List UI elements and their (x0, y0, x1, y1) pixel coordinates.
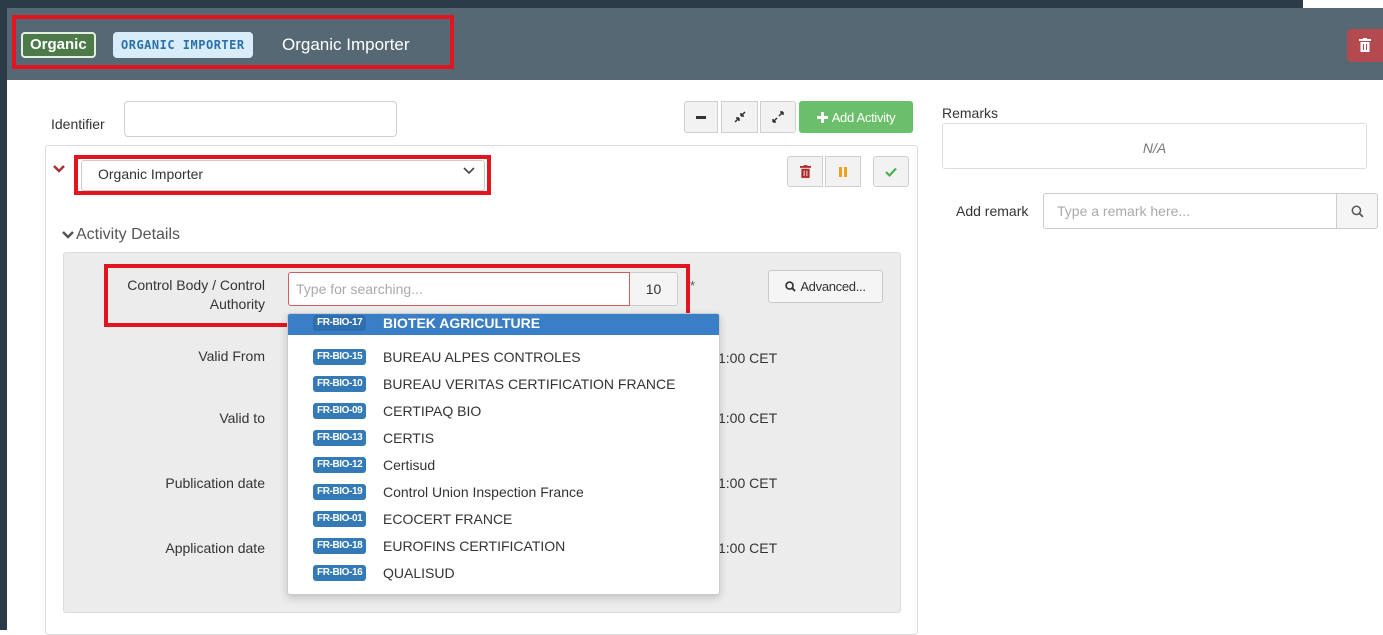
dropdown-item-code: FR-BIO-09 (313, 403, 367, 419)
dropdown-item[interactable]: FR-BIO-09 CERTIPAQ BIO (288, 399, 719, 423)
dropdown-item[interactable]: FR-BIO-18 EUROFINS CERTIFICATION (288, 534, 719, 558)
dropdown-item[interactable]: FR-BIO-01 ECOCERT FRANCE (288, 507, 719, 531)
expand-button[interactable] (760, 101, 796, 133)
remarks-value: N/A (1142, 140, 1167, 156)
highlight-select (74, 155, 491, 195)
dropdown-item[interactable]: FR-BIO-10 BUREAU VERITAS CERTIFICATION FR… (288, 372, 719, 396)
publication-date-tz: 1:00 CET (718, 475, 778, 491)
trash-icon (1359, 38, 1371, 52)
valid-from-tz: 1:00 CET (718, 350, 778, 366)
delete-activity-button[interactable] (787, 156, 823, 187)
top-strip (0, 0, 1383, 8)
add-activity-button[interactable]: Add Activity (799, 101, 913, 133)
left-border (0, 0, 7, 630)
application-date-label: Application date (165, 540, 265, 556)
dropdown-item-name: BUREAU ALPES CONTROLES (383, 349, 581, 365)
required-mark: * (690, 278, 696, 293)
pause-activity-button[interactable] (825, 156, 861, 187)
compress-button[interactable] (721, 101, 758, 133)
confirm-activity-button[interactable] (873, 156, 909, 187)
top-strip-gap (1303, 0, 1383, 8)
dropdown-item-name: BUREAU VERITAS CERTIFICATION FRANCE (383, 376, 676, 392)
dropdown-item-code: FR-BIO-01 (313, 511, 367, 527)
dropdown-item-code: FR-BIO-18 (313, 538, 367, 554)
header-delete-button[interactable] (1347, 29, 1383, 62)
dropdown-item[interactable]: FR-BIO-13 CERTIS (288, 426, 719, 450)
search-icon (785, 281, 797, 292)
dropdown-item-name: CERTIS (383, 430, 435, 446)
check-icon (885, 167, 897, 177)
activity-details-toggle[interactable]: Activity Details (62, 226, 180, 244)
add-activity-label: Add Activity (831, 109, 896, 125)
dropdown-item-name: BIOTEK AGRICULTURE (383, 315, 541, 331)
identifier-input[interactable] (124, 101, 397, 137)
dropdown-item-code: FR-BIO-19 (313, 484, 367, 500)
activity-details-label: Activity Details (76, 226, 181, 243)
dropdown-item-code: FR-BIO-16 (313, 565, 367, 581)
expand-icon (772, 111, 784, 123)
dropdown-item-name: ECOCERT FRANCE (383, 511, 513, 527)
search-icon (1351, 205, 1364, 218)
valid-to-tz: 1:00 CET (718, 410, 778, 426)
chevron-down-icon (62, 230, 74, 240)
dropdown-item[interactable]: FR-BIO-16 QUALISUD (288, 561, 719, 585)
collapse-button[interactable] (684, 101, 718, 133)
dropdown-item-name: CERTIPAQ BIO (383, 403, 482, 419)
minus-icon (696, 115, 706, 119)
dropdown-item[interactable]: FR-BIO-15 BUREAU ALPES CONTROLES (288, 345, 719, 369)
remarks-label: Remarks (942, 105, 999, 121)
dropdown-item-name: EUROFINS CERTIFICATION (383, 538, 566, 554)
dropdown-item[interactable]: FR-BIO-17 BIOTEK AGRICULTURE (288, 314, 719, 335)
dropdown-item-name: Certisud (383, 457, 436, 473)
add-remark-placeholder: Type a remark here... (1057, 203, 1191, 219)
publication-date-label: Publication date (165, 475, 265, 491)
dropdown-item-name: QUALISUD (383, 565, 455, 581)
dropdown-item-name: Control Union Inspection France (383, 484, 584, 500)
dropdown-item-code: FR-BIO-13 (313, 430, 367, 446)
application-date-tz: 1:00 CET (718, 540, 778, 556)
dropdown-item[interactable]: FR-BIO-19 Control Union Inspection France (288, 480, 719, 504)
add-remark-search-button[interactable] (1336, 193, 1378, 229)
advanced-label: Advanced... (800, 279, 866, 294)
compress-icon (733, 111, 746, 123)
advanced-search-button[interactable]: Advanced... (768, 270, 883, 303)
dropdown-item[interactable]: FR-BIO-12 Certisud (288, 453, 719, 477)
identifier-label: Identifier (51, 116, 105, 132)
valid-from-label: Valid From (198, 348, 265, 364)
plus-icon (816, 111, 828, 123)
chevron-down-icon[interactable] (53, 164, 65, 174)
highlight-header (12, 15, 454, 69)
dropdown-item-code: FR-BIO-17 (313, 315, 367, 331)
pause-icon (839, 166, 847, 177)
trash-icon (799, 165, 811, 178)
dropdown-item-code: FR-BIO-12 (313, 457, 367, 473)
add-remark-label: Add remark (956, 203, 1029, 219)
dropdown-item-code: FR-BIO-10 (313, 376, 367, 392)
control-body-dropdown: FR-BIO-17 BIOTEK AGRICULTURE FR-BIO-15 BUR… (287, 313, 720, 595)
dropdown-item-code: FR-BIO-15 (313, 349, 367, 365)
valid-to-label: Valid to (219, 410, 265, 426)
